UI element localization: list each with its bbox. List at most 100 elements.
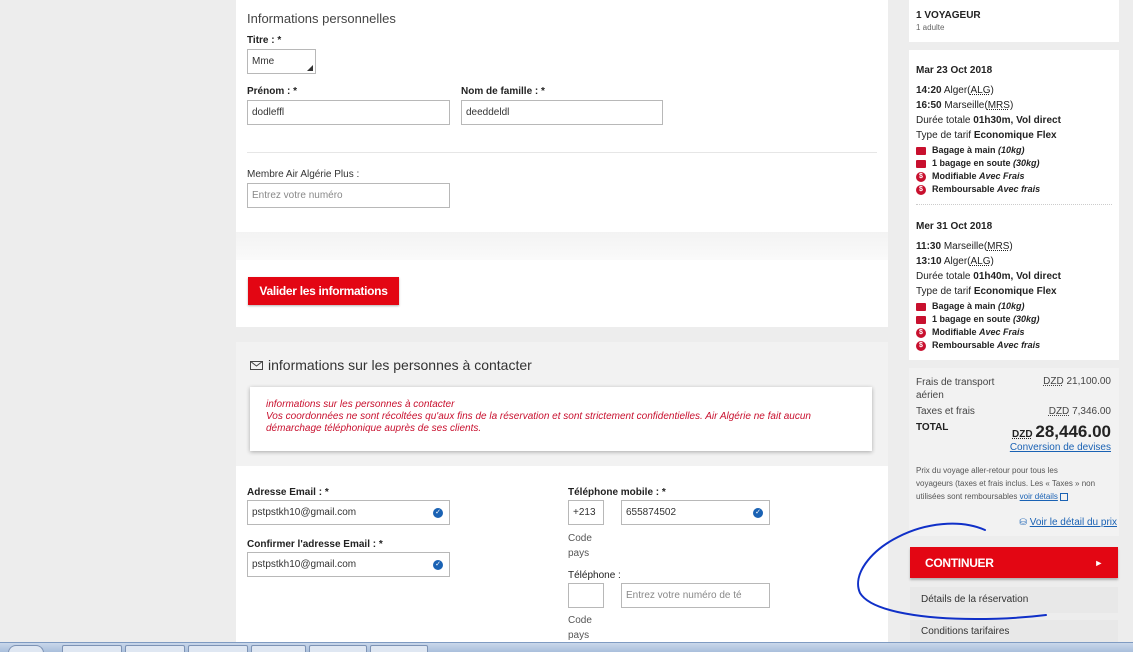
baggage-icon — [916, 302, 926, 311]
confirm-email-label: Confirmer l'adresse Email : * — [247, 539, 383, 550]
travellers-sub: 1 adulte — [916, 23, 945, 32]
phone-label: Téléphone : — [568, 570, 621, 581]
details-link[interactable]: voir détails — [1020, 492, 1058, 501]
duration-prefix: Durée totale — [916, 271, 971, 282]
dep-code: MRS — [987, 241, 1010, 252]
flight-fare: Type de tarif Economique Flex — [916, 130, 1057, 141]
taskbar-item[interactable] — [188, 645, 248, 652]
taxes-label: Taxes et frais — [916, 406, 975, 417]
taskbar-item[interactable] — [370, 645, 428, 652]
mobile-country-code-value: +213 — [573, 507, 596, 518]
dep-time: 11:30 — [916, 241, 942, 252]
email-input[interactable]: pstpstkh10@gmail.com ✓ — [247, 500, 450, 525]
personal-info-heading: Informations personnelles — [247, 11, 396, 26]
bag-hold: 1 bagage en soute — [932, 158, 1011, 168]
flight-bag-hold: 1 bagage en soute (30kg) — [916, 158, 1040, 168]
transport-value: 21,100.00 — [1066, 376, 1112, 387]
reservation-details-tab[interactable]: Détails de la réservation — [910, 587, 1118, 613]
arr-code: MRS — [987, 100, 1010, 111]
modif-value: Avec Frais — [979, 327, 1025, 337]
arr-time: 16:50 — [916, 100, 942, 111]
contact-form-card: Adresse Email : * pstpstkh10@gmail.com ✓… — [236, 466, 888, 642]
remb-value: Avec frais — [997, 340, 1041, 350]
bag-hand-weight: (10kg) — [998, 145, 1025, 155]
membre-placeholder: Entrez votre numéro — [252, 190, 343, 201]
bag-hand: Bagage à main — [932, 145, 996, 155]
fare-conditions-tab[interactable]: Conditions tarifaires — [910, 620, 1118, 642]
phone-number-input[interactable]: Entrez votre numéro de té — [621, 583, 770, 608]
dep-code: ALG — [970, 85, 991, 96]
dep-city: Marseille — [943, 241, 984, 252]
taskbar-item[interactable] — [251, 645, 306, 652]
note-line: Prix du voyage aller-retour pour tous le… — [916, 466, 1058, 475]
flight-remb: $ Remboursable Avec frais — [916, 184, 1040, 195]
coins-icon: ⛁ — [1019, 517, 1027, 527]
travellers-card: 1 VOYAGEUR 1 adulte — [909, 0, 1119, 42]
mobile-number-input[interactable]: 655874502 ✓ — [621, 500, 770, 525]
total-price: DZD 28,446.00 — [1012, 422, 1111, 442]
currency: DZD — [1043, 376, 1064, 387]
flight-duration: Durée totale 01h40m, Vol direct — [916, 271, 1061, 282]
money-icon: $ — [916, 184, 926, 195]
note-line: voyageurs (taxes et frais inclus. Les « … — [916, 479, 1096, 488]
confirm-email-input[interactable]: pstpstkh10@gmail.com ✓ — [247, 552, 450, 577]
personal-info-card: Informations personnelles Titre : * Mme … — [236, 0, 888, 232]
validate-button[interactable]: Valider les informations — [248, 277, 399, 305]
titre-select[interactable]: Mme — [247, 49, 316, 74]
membre-input[interactable]: Entrez votre numéro — [247, 183, 450, 208]
validate-band: Valider les informations — [236, 232, 888, 327]
continue-button[interactable]: CONTINUER ► — [910, 547, 1118, 578]
divider — [916, 204, 1112, 205]
duration-value: 01h30m, Vol direct — [973, 115, 1061, 126]
nom-input[interactable]: deeddeldl — [461, 100, 663, 125]
check-icon: ✓ — [433, 507, 443, 518]
conversion-link[interactable]: Conversion de devises — [1010, 442, 1111, 453]
duration-value: 01h40m, Vol direct — [973, 271, 1061, 282]
taskbar-item[interactable] — [309, 645, 367, 652]
transport-label: Frais de transport aérien — [916, 376, 994, 402]
remb: Remboursable — [932, 340, 995, 350]
chevron-right-icon: ► — [1094, 557, 1103, 568]
money-icon: $ — [916, 340, 926, 351]
flight-departure: 11:30 Marseille(MRS) — [916, 241, 1013, 252]
code-pays-line: pays — [568, 548, 590, 559]
price-detail-row[interactable]: ⛁ Voir le détail du prix — [1019, 517, 1117, 528]
taskbar-item[interactable] — [62, 645, 122, 652]
membre-label: Membre Air Algérie Plus : — [247, 169, 360, 180]
money-icon: $ — [916, 327, 926, 338]
titre-label: Titre : * — [247, 35, 282, 46]
contact-heading-row: informations sur les personnes à contact… — [250, 357, 532, 373]
code-pays-line: Code — [568, 615, 592, 626]
nom-label: Nom de famille : * — [461, 86, 545, 97]
flight-arrival: 13:10 Alger(ALG) — [916, 256, 994, 267]
travellers-count: 1 VOYAGEUR — [916, 10, 981, 21]
fare-conditions-label: Conditions tarifaires — [921, 626, 1010, 637]
start-button[interactable] — [8, 645, 44, 652]
code-pays-line: pays — [568, 630, 590, 641]
flight-bag-hand: Bagage à main (10kg) — [916, 145, 1025, 155]
email-value: pstpstkh10@gmail.com — [252, 507, 357, 518]
arr-city: Marseille — [944, 100, 985, 111]
flight-bag-hold: 1 bagage en soute (30kg) — [916, 314, 1040, 324]
transport-label-line: Frais de transport — [916, 377, 995, 388]
phone-placeholder: Entrez votre numéro de té — [626, 590, 742, 601]
notice-title: informations sur les personnes à contact… — [266, 399, 455, 410]
phone-country-code-input[interactable] — [568, 583, 604, 608]
flights-card: Mar 23 Oct 2018 14:20 Alger(ALG) 16:50 M… — [909, 50, 1119, 360]
baggage-icon — [916, 159, 926, 168]
transport-label-line: aérien — [916, 390, 944, 401]
remb: Remboursable — [932, 184, 995, 194]
taskbar-item[interactable] — [125, 645, 185, 652]
arr-city: Alger — [943, 256, 968, 267]
price-detail-link[interactable]: Voir le détail du prix — [1030, 517, 1117, 528]
notice-body: Vos coordonnées ne sont récoltées qu'aux… — [266, 411, 811, 434]
confirm-email-value: pstpstkh10@gmail.com — [252, 559, 357, 570]
prenom-input[interactable]: dodleffl — [247, 100, 450, 125]
dep-city: Alger — [943, 85, 968, 96]
mobile-country-code-input[interactable]: +213 — [568, 500, 604, 525]
modif: Modifiable — [932, 327, 977, 337]
total-label: TOTAL — [916, 422, 949, 433]
fare-value: Economique Flex — [973, 130, 1057, 141]
flight-date: Mar 23 Oct 2018 — [916, 65, 993, 76]
taskbar — [0, 642, 1133, 652]
